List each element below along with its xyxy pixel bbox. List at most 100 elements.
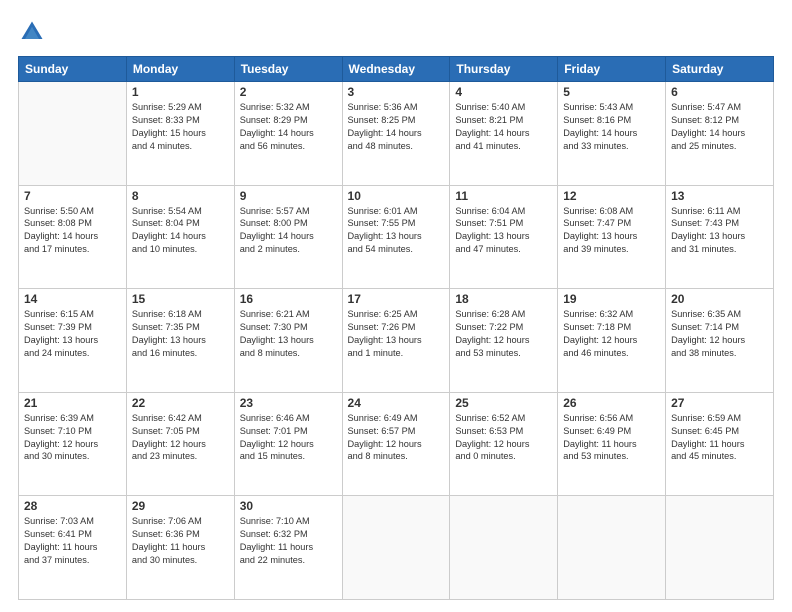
calendar-cell: 12 Sunrise: 6:08 AMSunset: 7:47 PMDayligh…	[558, 185, 666, 289]
page: SundayMondayTuesdayWednesdayThursdayFrid…	[0, 0, 792, 612]
calendar-cell: 15 Sunrise: 6:18 AMSunset: 7:35 PMDayligh…	[126, 289, 234, 393]
day-number: 9	[240, 189, 337, 203]
day-number: 16	[240, 292, 337, 306]
day-number: 1	[132, 85, 229, 99]
day-info: Sunrise: 5:32 AMSunset: 8:29 PMDaylight:…	[240, 101, 337, 153]
day-info: Sunrise: 6:15 AMSunset: 7:39 PMDaylight:…	[24, 308, 121, 360]
calendar-cell: 30 Sunrise: 7:10 AMSunset: 6:32 PMDayligh…	[234, 496, 342, 600]
day-number: 19	[563, 292, 660, 306]
calendar-cell: 13 Sunrise: 6:11 AMSunset: 7:43 PMDayligh…	[666, 185, 774, 289]
day-number: 14	[24, 292, 121, 306]
week-row-4: 28 Sunrise: 7:03 AMSunset: 6:41 PMDayligh…	[19, 496, 774, 600]
day-info: Sunrise: 6:11 AMSunset: 7:43 PMDaylight:…	[671, 205, 768, 257]
calendar-cell: 29 Sunrise: 7:06 AMSunset: 6:36 PMDayligh…	[126, 496, 234, 600]
calendar-cell	[450, 496, 558, 600]
day-info: Sunrise: 6:52 AMSunset: 6:53 PMDaylight:…	[455, 412, 552, 464]
day-number: 3	[348, 85, 445, 99]
day-info: Sunrise: 7:06 AMSunset: 6:36 PMDaylight:…	[132, 515, 229, 567]
calendar-cell: 24Sunrise: 6:49 AMSunset: 6:57 PMDayligh…	[342, 392, 450, 496]
day-number: 28	[24, 499, 121, 513]
weekday-header-tuesday: Tuesday	[234, 57, 342, 82]
calendar-cell: 18 Sunrise: 6:28 AMSunset: 7:22 PMDayligh…	[450, 289, 558, 393]
calendar-cell: 23 Sunrise: 6:46 AMSunset: 7:01 PMDayligh…	[234, 392, 342, 496]
week-row-1: 7 Sunrise: 5:50 AMSunset: 8:08 PMDaylight…	[19, 185, 774, 289]
day-info: Sunrise: 5:40 AMSunset: 8:21 PMDaylight:…	[455, 101, 552, 153]
calendar-cell	[19, 82, 127, 186]
day-number: 7	[24, 189, 121, 203]
day-number: 12	[563, 189, 660, 203]
calendar-cell: 20 Sunrise: 6:35 AMSunset: 7:14 PMDayligh…	[666, 289, 774, 393]
calendar-cell: 4Sunrise: 5:40 AMSunset: 8:21 PMDaylight…	[450, 82, 558, 186]
calendar-cell: 16 Sunrise: 6:21 AMSunset: 7:30 PMDayligh…	[234, 289, 342, 393]
day-info: Sunrise: 6:01 AMSunset: 7:55 PMDaylight:…	[348, 205, 445, 257]
calendar-cell: 11 Sunrise: 6:04 AMSunset: 7:51 PMDayligh…	[450, 185, 558, 289]
day-info: Sunrise: 5:47 AMSunset: 8:12 PMDaylight:…	[671, 101, 768, 153]
day-number: 29	[132, 499, 229, 513]
day-info: Sunrise: 6:21 AMSunset: 7:30 PMDaylight:…	[240, 308, 337, 360]
day-info: Sunrise: 5:57 AMSunset: 8:00 PMDaylight:…	[240, 205, 337, 257]
weekday-header-wednesday: Wednesday	[342, 57, 450, 82]
day-info: Sunrise: 5:43 AMSunset: 8:16 PMDaylight:…	[563, 101, 660, 153]
day-number: 13	[671, 189, 768, 203]
day-number: 27	[671, 396, 768, 410]
day-number: 17	[348, 292, 445, 306]
day-info: Sunrise: 5:50 AMSunset: 8:08 PMDaylight:…	[24, 205, 121, 257]
calendar-cell: 10 Sunrise: 6:01 AMSunset: 7:55 PMDayligh…	[342, 185, 450, 289]
day-info: Sunrise: 6:56 AMSunset: 6:49 PMDaylight:…	[563, 412, 660, 464]
calendar-cell: 27Sunrise: 6:59 AMSunset: 6:45 PMDayligh…	[666, 392, 774, 496]
weekday-header-friday: Friday	[558, 57, 666, 82]
day-number: 22	[132, 396, 229, 410]
day-info: Sunrise: 6:49 AMSunset: 6:57 PMDaylight:…	[348, 412, 445, 464]
calendar-cell	[558, 496, 666, 600]
header	[18, 18, 774, 46]
calendar-cell	[342, 496, 450, 600]
day-number: 10	[348, 189, 445, 203]
calendar-cell: 9 Sunrise: 5:57 AMSunset: 8:00 PMDaylight…	[234, 185, 342, 289]
calendar-cell: 26 Sunrise: 6:56 AMSunset: 6:49 PMDayligh…	[558, 392, 666, 496]
day-number: 21	[24, 396, 121, 410]
day-info: Sunrise: 6:08 AMSunset: 7:47 PMDaylight:…	[563, 205, 660, 257]
day-info: Sunrise: 6:46 AMSunset: 7:01 PMDaylight:…	[240, 412, 337, 464]
day-info: Sunrise: 6:42 AMSunset: 7:05 PMDaylight:…	[132, 412, 229, 464]
weekday-header-sunday: Sunday	[19, 57, 127, 82]
day-number: 26	[563, 396, 660, 410]
day-number: 11	[455, 189, 552, 203]
calendar-cell: 7 Sunrise: 5:50 AMSunset: 8:08 PMDaylight…	[19, 185, 127, 289]
week-row-3: 21 Sunrise: 6:39 AMSunset: 7:10 PMDayligh…	[19, 392, 774, 496]
logo-icon	[18, 18, 46, 46]
calendar-cell: 21 Sunrise: 6:39 AMSunset: 7:10 PMDayligh…	[19, 392, 127, 496]
calendar-cell: 28 Sunrise: 7:03 AMSunset: 6:41 PMDayligh…	[19, 496, 127, 600]
day-number: 18	[455, 292, 552, 306]
weekday-header-thursday: Thursday	[450, 57, 558, 82]
day-number: 25	[455, 396, 552, 410]
calendar-cell	[666, 496, 774, 600]
calendar-table: SundayMondayTuesdayWednesdayThursdayFrid…	[18, 56, 774, 600]
day-info: Sunrise: 6:32 AMSunset: 7:18 PMDaylight:…	[563, 308, 660, 360]
day-number: 5	[563, 85, 660, 99]
day-number: 15	[132, 292, 229, 306]
day-number: 2	[240, 85, 337, 99]
day-number: 20	[671, 292, 768, 306]
calendar-cell: 8Sunrise: 5:54 AMSunset: 8:04 PMDaylight…	[126, 185, 234, 289]
week-row-2: 14 Sunrise: 6:15 AMSunset: 7:39 PMDayligh…	[19, 289, 774, 393]
day-info: Sunrise: 7:03 AMSunset: 6:41 PMDaylight:…	[24, 515, 121, 567]
day-number: 23	[240, 396, 337, 410]
day-number: 30	[240, 499, 337, 513]
day-info: Sunrise: 6:35 AMSunset: 7:14 PMDaylight:…	[671, 308, 768, 360]
day-info: Sunrise: 6:18 AMSunset: 7:35 PMDaylight:…	[132, 308, 229, 360]
day-info: Sunrise: 6:39 AMSunset: 7:10 PMDaylight:…	[24, 412, 121, 464]
day-number: 6	[671, 85, 768, 99]
calendar-cell: 5 Sunrise: 5:43 AMSunset: 8:16 PMDaylight…	[558, 82, 666, 186]
day-info: Sunrise: 7:10 AMSunset: 6:32 PMDaylight:…	[240, 515, 337, 567]
calendar-cell: 14 Sunrise: 6:15 AMSunset: 7:39 PMDayligh…	[19, 289, 127, 393]
calendar-cell: 6 Sunrise: 5:47 AMSunset: 8:12 PMDaylight…	[666, 82, 774, 186]
weekday-header-saturday: Saturday	[666, 57, 774, 82]
day-info: Sunrise: 6:04 AMSunset: 7:51 PMDaylight:…	[455, 205, 552, 257]
day-info: Sunrise: 6:28 AMSunset: 7:22 PMDaylight:…	[455, 308, 552, 360]
calendar-cell: 25 Sunrise: 6:52 AMSunset: 6:53 PMDayligh…	[450, 392, 558, 496]
logo	[18, 18, 50, 46]
calendar-cell: 17Sunrise: 6:25 AMSunset: 7:26 PMDayligh…	[342, 289, 450, 393]
calendar-cell: 3Sunrise: 5:36 AMSunset: 8:25 PMDaylight…	[342, 82, 450, 186]
calendar-cell: 2 Sunrise: 5:32 AMSunset: 8:29 PMDaylight…	[234, 82, 342, 186]
day-info: Sunrise: 5:54 AMSunset: 8:04 PMDaylight:…	[132, 205, 229, 257]
